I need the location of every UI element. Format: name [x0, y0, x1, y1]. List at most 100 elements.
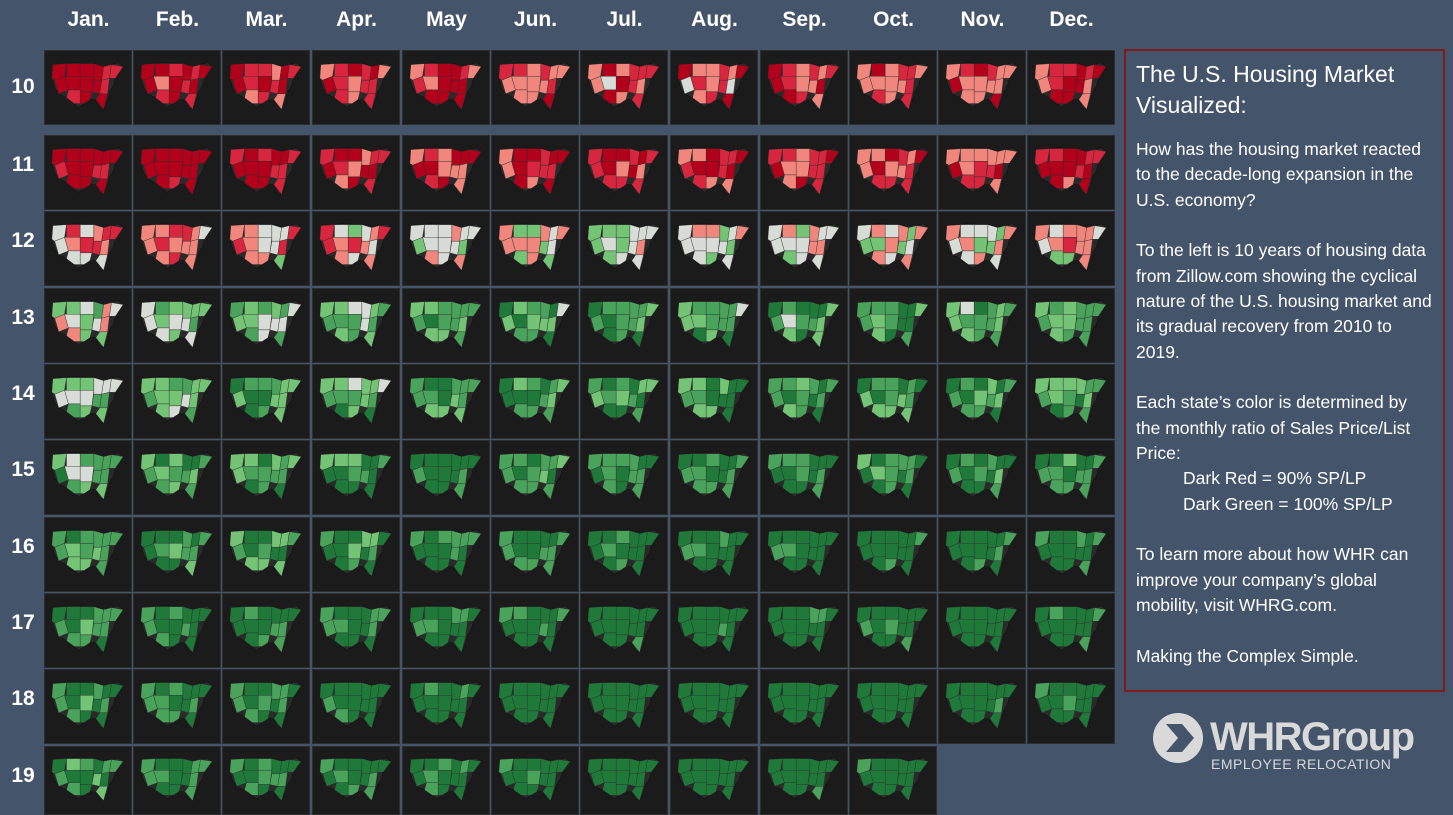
state-region	[602, 530, 617, 546]
state-region	[884, 76, 900, 93]
state-region	[437, 63, 453, 77]
state-region	[168, 543, 184, 560]
state-region	[1062, 237, 1078, 254]
us-map	[1028, 51, 1114, 124]
state-region	[424, 530, 439, 546]
state-region	[257, 63, 273, 77]
us-map	[939, 594, 1025, 667]
state-region	[257, 695, 273, 712]
month-label: Oct.	[873, 8, 914, 31]
us-map	[403, 670, 489, 743]
us-map	[134, 441, 220, 514]
state-map-tile	[580, 517, 668, 592]
state-region	[1049, 530, 1064, 546]
state-region	[782, 606, 797, 622]
state-region	[168, 619, 184, 636]
info-cta: To learn more about how WHR can improve …	[1136, 544, 1409, 616]
state-region	[795, 148, 811, 162]
state-region	[884, 695, 900, 712]
state-region	[79, 237, 95, 254]
state-map-tile	[44, 211, 132, 286]
state-region	[257, 770, 273, 785]
state-region	[960, 377, 975, 393]
us-map	[313, 136, 399, 209]
state-region	[334, 377, 349, 393]
us-map	[134, 747, 220, 814]
state-map-tile	[938, 593, 1026, 668]
state-region	[1062, 76, 1078, 93]
state-map-tile	[1027, 593, 1115, 668]
us-map	[761, 289, 847, 362]
state-region	[602, 377, 617, 393]
state-region	[244, 682, 259, 698]
state-region	[155, 453, 170, 469]
state-map-tile	[402, 440, 490, 515]
state-map-tile	[44, 288, 132, 363]
us-map	[223, 518, 309, 591]
state-map-tile	[312, 593, 400, 668]
state-region	[692, 63, 707, 79]
state-map-tile	[670, 669, 758, 744]
state-region	[1062, 682, 1078, 696]
state-region	[973, 530, 989, 544]
state-region	[615, 466, 631, 483]
us-map	[223, 365, 309, 438]
state-region	[79, 770, 95, 785]
state-map-tile	[222, 364, 310, 439]
us-map	[223, 594, 309, 667]
state-region	[79, 530, 95, 544]
state-region	[615, 758, 631, 771]
us-map	[223, 289, 309, 362]
state-map-tile	[849, 669, 937, 744]
state-region	[615, 76, 631, 93]
state-region	[334, 530, 349, 546]
us-map	[403, 289, 489, 362]
us-map	[671, 289, 757, 362]
state-region	[973, 390, 989, 407]
state-map-tile	[580, 746, 668, 815]
state-region	[705, 530, 721, 544]
us-map	[403, 441, 489, 514]
state-region	[424, 758, 439, 773]
state-region	[168, 758, 184, 771]
state-region	[782, 453, 797, 469]
us-map	[671, 518, 757, 591]
state-region	[1062, 466, 1078, 483]
state-region	[795, 758, 811, 771]
state-region	[257, 301, 273, 315]
us-map	[671, 212, 757, 285]
state-map-tile	[44, 746, 132, 815]
month-label: Jul.	[606, 8, 643, 31]
state-region	[615, 682, 631, 696]
state-region	[66, 530, 81, 546]
month-label: May	[426, 8, 467, 31]
us-map	[939, 289, 1025, 362]
state-region	[1049, 377, 1064, 393]
state-map-tile	[938, 364, 1026, 439]
state-region	[437, 543, 453, 560]
state-region	[615, 390, 631, 407]
state-map-tile	[760, 364, 848, 439]
state-region	[244, 224, 259, 240]
state-region	[1062, 695, 1078, 712]
us-map	[850, 365, 936, 438]
us-map	[761, 365, 847, 438]
state-region	[155, 758, 170, 773]
state-region	[973, 466, 989, 483]
state-region	[257, 224, 273, 238]
state-region	[615, 148, 631, 162]
state-region	[437, 606, 453, 620]
state-region	[79, 224, 95, 238]
state-region	[66, 606, 81, 622]
state-region	[884, 530, 900, 544]
state-map-tile	[222, 440, 310, 515]
state-region	[782, 530, 797, 546]
state-region	[615, 530, 631, 544]
state-map-tile	[760, 288, 848, 363]
state-map-tile	[849, 440, 937, 515]
state-region	[334, 63, 349, 79]
state-map-tile	[670, 135, 758, 210]
state-region	[79, 453, 95, 467]
us-map	[45, 518, 131, 591]
state-region	[795, 530, 811, 544]
